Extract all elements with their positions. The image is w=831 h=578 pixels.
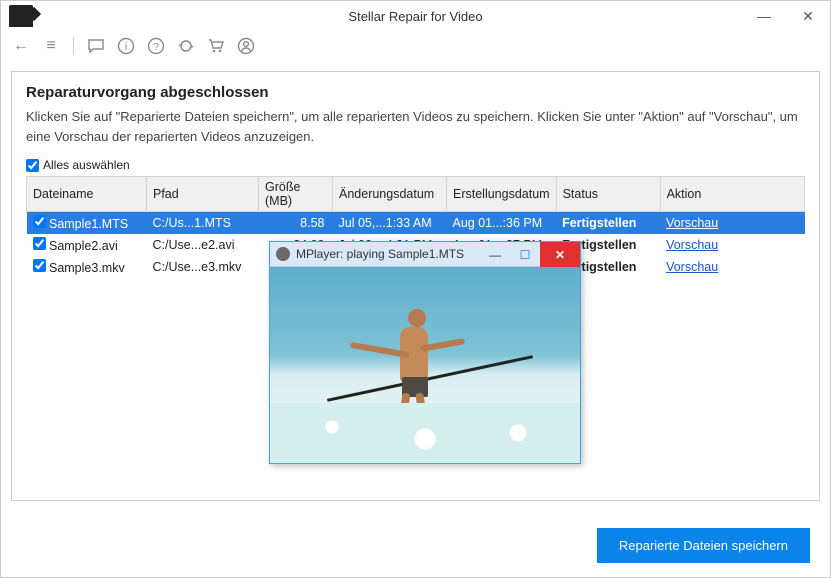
- preview-link[interactable]: Vorschau: [666, 260, 718, 274]
- cell-path: C:/Us...1.MTS: [147, 212, 259, 235]
- preview-link[interactable]: Vorschau: [666, 216, 718, 230]
- titlebar: Stellar Repair for Video — ✕: [1, 1, 830, 31]
- col-moddate[interactable]: Änderungsdatum: [333, 177, 447, 212]
- cell-path: C:/Use...e2.avi: [147, 234, 259, 256]
- toolbar-separator: [73, 37, 74, 55]
- mplayer-window[interactable]: MPlayer: playing Sample1.MTS — ☐ ✕: [269, 241, 581, 464]
- user-icon[interactable]: [236, 36, 256, 56]
- svg-text:?: ?: [153, 42, 159, 53]
- cell-filename: Sample1.MTS: [49, 217, 128, 231]
- select-all[interactable]: Alles auswählen: [26, 158, 805, 172]
- cell-path: C:/Use...e3.mkv: [147, 256, 259, 278]
- table-header-row: Dateiname Pfad Größe (MB) Änderungsdatum…: [27, 177, 805, 212]
- menu-icon[interactable]: ≡: [41, 36, 61, 56]
- mplayer-titlebar[interactable]: MPlayer: playing Sample1.MTS — ☐ ✕: [270, 242, 580, 267]
- footer: Reparierte Dateien speichern: [597, 528, 810, 563]
- row-checkbox[interactable]: [33, 215, 46, 228]
- col-size[interactable]: Größe (MB): [259, 177, 333, 212]
- col-action[interactable]: Aktion: [660, 177, 804, 212]
- back-icon[interactable]: ←: [11, 36, 31, 56]
- minimize-button[interactable]: —: [742, 1, 786, 31]
- chat-icon[interactable]: [86, 36, 106, 56]
- col-filename[interactable]: Dateiname: [27, 177, 147, 212]
- cell-size: 8.58: [259, 212, 333, 235]
- mplayer-video: [270, 267, 580, 463]
- mplayer-close-button[interactable]: ✕: [540, 242, 580, 267]
- mplayer-maximize-button[interactable]: ☐: [510, 242, 540, 267]
- toolbar: ← ≡ i ?: [1, 31, 830, 61]
- row-checkbox[interactable]: [33, 259, 46, 272]
- cell-createdate: Aug 01...:36 PM: [447, 212, 557, 235]
- svg-text:i: i: [125, 41, 127, 53]
- select-all-checkbox[interactable]: [26, 159, 39, 172]
- info-icon[interactable]: i: [116, 36, 136, 56]
- col-createdate[interactable]: Erstellungsdatum: [447, 177, 557, 212]
- refresh-icon[interactable]: [176, 36, 196, 56]
- cart-icon[interactable]: [206, 36, 226, 56]
- help-icon[interactable]: ?: [146, 36, 166, 56]
- close-button[interactable]: ✕: [786, 1, 830, 31]
- col-path[interactable]: Pfad: [147, 177, 259, 212]
- cell-filename: Sample2.avi: [49, 239, 118, 253]
- save-repaired-button[interactable]: Reparierte Dateien speichern: [597, 528, 810, 563]
- col-status[interactable]: Status: [556, 177, 660, 212]
- subtext: Klicken Sie auf "Reparierte Dateien spei…: [26, 107, 805, 146]
- preview-link[interactable]: Vorschau: [666, 238, 718, 252]
- mplayer-title: MPlayer: playing Sample1.MTS: [296, 247, 464, 261]
- row-checkbox[interactable]: [33, 237, 46, 250]
- cell-filename: Sample3.mkv: [49, 261, 125, 275]
- mplayer-icon: [276, 247, 290, 261]
- select-all-label: Alles auswählen: [43, 158, 130, 172]
- table-row[interactable]: Sample1.MTS C:/Us...1.MTS 8.58 Jul 05,..…: [27, 212, 805, 235]
- cell-status: Fertigstellen: [556, 212, 660, 235]
- cell-moddate: Jul 05,...1:33 AM: [333, 212, 447, 235]
- heading: Reparaturvorgang abgeschlossen: [26, 84, 805, 101]
- window-title: Stellar Repair for Video: [1, 9, 830, 24]
- mplayer-minimize-button[interactable]: —: [480, 242, 510, 267]
